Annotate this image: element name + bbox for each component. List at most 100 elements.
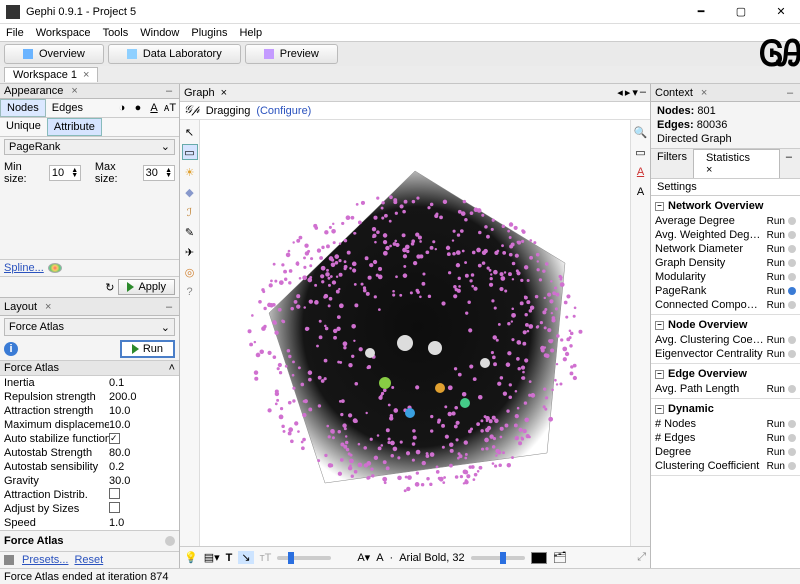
size-icon[interactable]: ● [131,101,145,115]
param-value[interactable]: 30.0 [109,475,175,487]
graph-tab-close-icon[interactable]: × [221,87,227,99]
reset-link[interactable]: Reset [74,554,103,566]
checkbox[interactable] [109,502,120,513]
checkbox[interactable] [109,488,120,499]
label-color-icon[interactable]: A [147,101,161,115]
diamond-tool[interactable]: ◆ [182,184,198,200]
spinner-arrows-icon[interactable]: ▲▼ [71,168,78,178]
param-row[interactable]: Auto stabilize function [0,432,179,446]
context-min-icon[interactable]: – [784,87,796,99]
stat-run-button[interactable]: Run [767,335,785,346]
stat-run-button[interactable]: Run [767,461,785,472]
perspective-preview[interactable]: Preview [245,44,338,64]
text-toggle[interactable]: T [226,552,233,564]
stat-run-button[interactable]: Run [767,230,785,241]
info-icon[interactable]: i [4,342,18,356]
attribute-dropdown[interactable]: PageRank ⌄ [4,139,175,154]
graph-configure-link[interactable]: (Configure) [256,105,311,117]
expand-icon[interactable]: ⤢ [637,551,646,564]
font-label[interactable]: Arial Bold, 32 [399,552,464,564]
bulb-icon[interactable]: 💡 [184,551,198,564]
sun-tool[interactable]: ☀ [182,164,198,180]
center-tool[interactable]: ▭ [633,144,649,160]
param-row[interactable]: Autostab Strength80.0 [0,446,179,460]
param-value[interactable]: 0.1 [109,377,175,389]
layout-min-icon[interactable]: – [163,301,175,313]
param-row[interactable]: Maximum displacemen10.0 [0,418,179,432]
maxsize-input[interactable]: 30▲▼ [143,165,175,181]
appearance-tab-edges[interactable]: Edges [46,100,89,116]
maximize-button[interactable]: ▢ [728,5,754,18]
stat-run-button[interactable]: Run [767,384,785,395]
workspace-tab[interactable]: Workspace 1 × [4,67,98,82]
stat-run-button[interactable]: Run [767,349,785,360]
stats-min-icon[interactable]: – [780,149,798,178]
stat-run-button[interactable]: Run [767,244,785,255]
appearance-min-icon[interactable]: – [163,85,175,97]
stat-run-button[interactable]: Run [767,419,785,430]
target-tool[interactable]: ◎ [182,264,198,280]
palette-icon[interactable]: ◑ [115,101,129,115]
appearance-tab-nodes[interactable]: Nodes [0,99,46,117]
label-color-box[interactable] [531,552,547,564]
graph-min-icon[interactable]: – [640,86,646,99]
stat-run-button[interactable]: Run [767,300,785,311]
appearance-close-icon[interactable]: × [71,85,77,97]
stat-run-button[interactable]: Run [767,258,785,269]
graph-prev-icon[interactable]: ◂ [617,86,623,99]
graph-next-icon[interactable]: ▸ [625,86,631,99]
close-button[interactable]: ✕ [768,5,794,18]
minimize-button[interactable]: ━ [688,5,714,18]
wrench-icon[interactable] [4,555,14,565]
text-color-tool[interactable]: A [633,164,649,180]
bg-toggle-icon[interactable]: ▤▾ [204,551,220,564]
stat-group-header[interactable]: –Edge Overview [655,366,796,382]
collapse-icon[interactable]: – [655,405,664,414]
graph-canvas[interactable] [200,120,630,546]
param-value[interactable] [109,433,175,446]
param-value[interactable]: 1.0 [109,517,175,529]
loop-icon[interactable]: ↻ [105,281,114,294]
spline-link[interactable]: Spline... [4,262,44,274]
tab-statistics[interactable]: Statistics × [693,149,780,178]
stat-run-button[interactable]: Run [767,272,785,283]
spinner-arrows-icon[interactable]: ▲▼ [165,168,172,178]
param-row[interactable]: Repulsion strength200.0 [0,390,179,404]
collapse-icon[interactable]: ˄ [169,362,175,374]
label-size-slider[interactable] [471,556,525,560]
menu-tools[interactable]: Tools [103,27,129,39]
menu-help[interactable]: Help [239,27,262,39]
param-value[interactable] [109,488,175,502]
menu-file[interactable]: File [6,27,24,39]
layout-run-button[interactable]: Run [120,340,175,358]
mode-attribute[interactable]: Attribute [47,118,102,136]
palette-swatch-icon[interactable] [48,263,62,273]
apply-button[interactable]: Apply [118,279,175,295]
label-size-icon[interactable]: ᴀT [163,101,177,115]
stat-run-button[interactable]: Run [767,433,785,444]
checkbox[interactable] [109,433,120,444]
text-size-tool[interactable]: A [633,184,649,200]
zoom-tool[interactable]: 🔍 [633,124,649,140]
menu-window[interactable]: Window [140,27,179,39]
edge-toggle-icon[interactable]: ↘ [238,551,253,564]
statistics-close-icon[interactable]: × [700,162,718,178]
param-row[interactable]: Gravity30.0 [0,474,179,488]
menu-workspace[interactable]: Workspace [36,27,91,39]
menu-plugins[interactable]: Plugins [191,27,227,39]
param-value[interactable]: 10.0 [109,419,175,431]
param-value[interactable] [109,502,175,516]
stat-group-header[interactable]: –Dynamic [655,401,796,417]
perspective-datalab[interactable]: Data Laboratory [108,44,241,64]
labels-toggle-icon[interactable]: ᴛT [260,552,272,564]
rect-select-tool[interactable]: ▭ [182,144,198,160]
airplane-tool[interactable]: ✈ [182,244,198,260]
presets-link[interactable]: Presets... [22,554,68,566]
param-value[interactable]: 80.0 [109,447,175,459]
brush-tool[interactable]: ℐ [182,204,198,220]
workspace-close-icon[interactable]: × [83,69,89,81]
pencil-tool[interactable]: ✎ [182,224,198,240]
collapse-icon[interactable]: – [655,321,664,330]
attributes-icon[interactable]: 🗂 [553,551,567,564]
edge-weight-slider[interactable] [277,556,331,560]
